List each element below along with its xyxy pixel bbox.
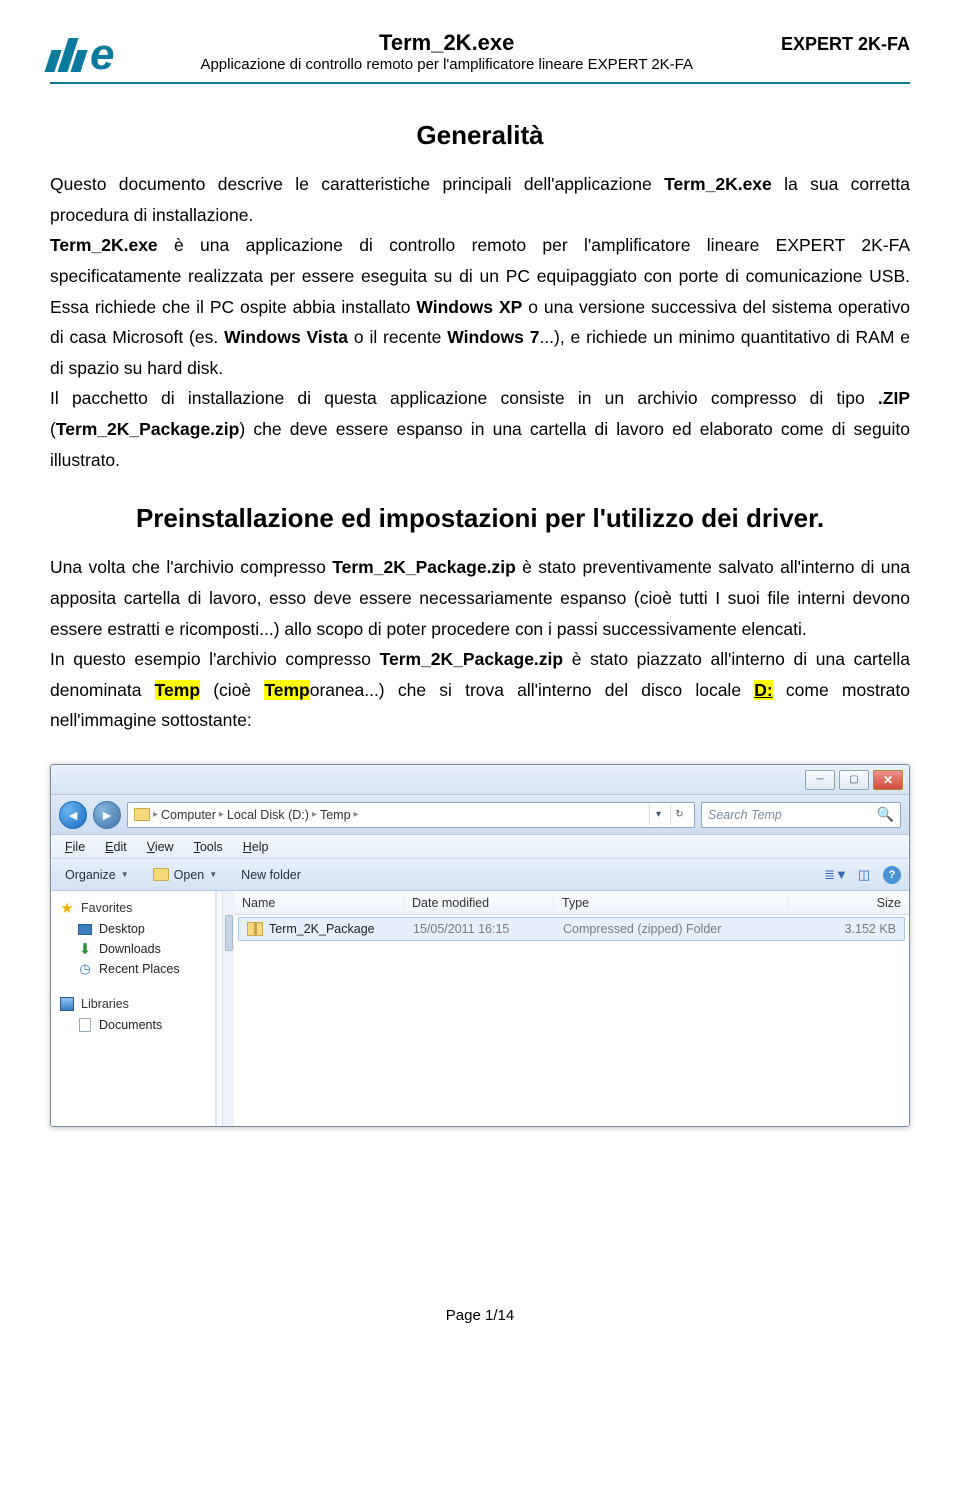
folder-name-highlight: Temp	[264, 680, 309, 700]
chevron-right-icon: ▸	[354, 809, 359, 820]
menu-help[interactable]: Help	[235, 838, 277, 856]
file-type: Compressed (zipped) Folder	[555, 922, 788, 936]
navpane-scrollbar[interactable]	[222, 891, 234, 1126]
filename: Term_2K_Package.zip	[380, 649, 564, 669]
navpane-documents[interactable]: Documents	[55, 1015, 211, 1035]
star-icon: ★	[59, 900, 75, 916]
chevron-right-icon: ▸	[153, 809, 158, 820]
file-name: Term_2K_Package	[269, 922, 375, 936]
folder-icon	[134, 808, 150, 821]
brand-logo: e	[50, 30, 112, 80]
navigation-pane: ★Favorites Desktop ⬇Downloads ◷Recent Pl…	[51, 891, 216, 1126]
drive-letter-highlight: D:	[754, 680, 772, 700]
text: (cioè	[200, 680, 264, 700]
doc-title: Term_2K.exe	[112, 30, 780, 56]
term-name: Term_2K.exe	[664, 174, 772, 194]
navpane-downloads[interactable]: ⬇Downloads	[55, 939, 211, 959]
column-name[interactable]: Name	[234, 896, 404, 910]
breadcrumb-segment[interactable]: Temp	[320, 808, 351, 822]
navpane-libraries-group[interactable]: Libraries	[55, 993, 211, 1015]
section-heading-preinstall: Preinstallazione ed impostazioni per l'u…	[50, 503, 910, 534]
os-name: Windows XP	[416, 297, 522, 317]
view-options-button[interactable]: ≣ ▼	[827, 867, 845, 883]
close-button[interactable]: ✕	[873, 770, 903, 790]
folder-name-highlight: Temp	[155, 680, 200, 700]
breadcrumb-segment[interactable]: Computer	[161, 808, 216, 822]
menu-view[interactable]: View	[139, 838, 182, 856]
downloads-icon: ⬇	[77, 941, 93, 957]
minimize-button[interactable]: ─	[805, 770, 835, 790]
menu-edit[interactable]: Edit	[97, 838, 135, 856]
breadcrumb[interactable]: ▸ Computer ▸ Local Disk (D:) ▸ Temp ▸ ▾ …	[127, 802, 695, 828]
menu-file[interactable]: File	[57, 838, 93, 856]
explorer-body: ★Favorites Desktop ⬇Downloads ◷Recent Pl…	[51, 891, 909, 1126]
breadcrumb-segment[interactable]: Local Disk (D:)	[227, 808, 309, 822]
menu-bar: File Edit View Tools Help	[51, 835, 909, 859]
text: o il recente	[348, 327, 447, 347]
column-size[interactable]: Size	[789, 896, 909, 910]
desktop-icon	[78, 924, 92, 935]
text: Il pacchetto di installazione di questa …	[50, 388, 878, 408]
menu-tools[interactable]: Tools	[186, 838, 231, 856]
column-date[interactable]: Date modified	[404, 896, 554, 910]
os-name: Windows 7	[447, 327, 539, 347]
recent-icon: ◷	[77, 961, 93, 977]
navpane-desktop[interactable]: Desktop	[55, 919, 211, 939]
preview-pane-button[interactable]: ◫	[855, 867, 873, 883]
filename: Term_2K_Package.zip	[56, 419, 240, 439]
file-date: 15/05/2011 16:15	[405, 922, 555, 936]
back-button[interactable]: ◄	[59, 801, 87, 829]
filetype: .ZIP	[878, 388, 910, 408]
new-folder-button[interactable]: New folder	[235, 866, 307, 884]
breadcrumb-dropdown[interactable]: ▾	[649, 805, 667, 825]
text: oranea...) che si trova all'interno del …	[310, 680, 755, 700]
libraries-icon	[60, 997, 74, 1011]
documents-icon	[79, 1018, 91, 1032]
section-heading-generalita: Generalità	[50, 120, 910, 151]
filename: Term_2K_Package.zip	[332, 557, 516, 577]
text: Una volta che l'archivio compresso	[50, 557, 332, 577]
search-input[interactable]: Search Temp 🔍	[701, 802, 901, 828]
refresh-button[interactable]: ↻	[670, 805, 688, 825]
doc-subtitle: Applicazione di controllo remoto per l'a…	[112, 56, 780, 73]
file-list-area: Name Date modified Type Size Term_2K_Pac…	[234, 891, 909, 1126]
chevron-right-icon: ▸	[312, 809, 317, 820]
navpane-favorites-group[interactable]: ★Favorites	[55, 897, 211, 919]
zip-folder-icon	[247, 922, 263, 936]
open-button[interactable]: Open ▼	[147, 866, 224, 884]
column-headers: Name Date modified Type Size	[234, 891, 909, 915]
text: Questo documento descrive le caratterist…	[50, 174, 664, 194]
body-paragraphs: Questo documento descrive le caratterist…	[50, 169, 910, 475]
chevron-right-icon: ▸	[219, 809, 224, 820]
search-icon: 🔍	[877, 806, 894, 823]
body-paragraphs-2: Una volta che l'archivio compresso Term_…	[50, 552, 910, 736]
page-number: Page 1/14	[50, 1307, 910, 1324]
help-icon[interactable]: ?	[883, 866, 901, 884]
file-size: 3.152 KB	[788, 922, 904, 936]
navpane-recent-places[interactable]: ◷Recent Places	[55, 959, 211, 979]
folder-icon	[153, 868, 169, 881]
file-row[interactable]: Term_2K_Package 15/05/2011 16:15 Compres…	[238, 917, 905, 941]
os-name: Windows Vista	[224, 327, 348, 347]
forward-button[interactable]: ►	[93, 801, 121, 829]
term-name: Term_2K.exe	[50, 235, 158, 255]
document-header: e Term_2K.exe Applicazione di controllo …	[50, 30, 910, 84]
search-placeholder: Search Temp	[708, 808, 782, 822]
organize-button[interactable]: Organize ▼	[59, 866, 135, 884]
column-type[interactable]: Type	[554, 896, 789, 910]
explorer-window: ─ ▢ ✕ ◄ ► ▸ Computer ▸ Local Disk (D:) ▸…	[50, 764, 910, 1127]
explorer-navbar: ◄ ► ▸ Computer ▸ Local Disk (D:) ▸ Temp …	[51, 795, 909, 835]
maximize-button[interactable]: ▢	[839, 770, 869, 790]
command-bar: Organize ▼ Open ▼ New folder ≣ ▼ ◫ ?	[51, 859, 909, 891]
text: In questo esempio l'archivio compresso	[50, 649, 380, 669]
doc-model: EXPERT 2K-FA	[781, 30, 910, 55]
window-titlebar[interactable]: ─ ▢ ✕	[51, 765, 909, 795]
